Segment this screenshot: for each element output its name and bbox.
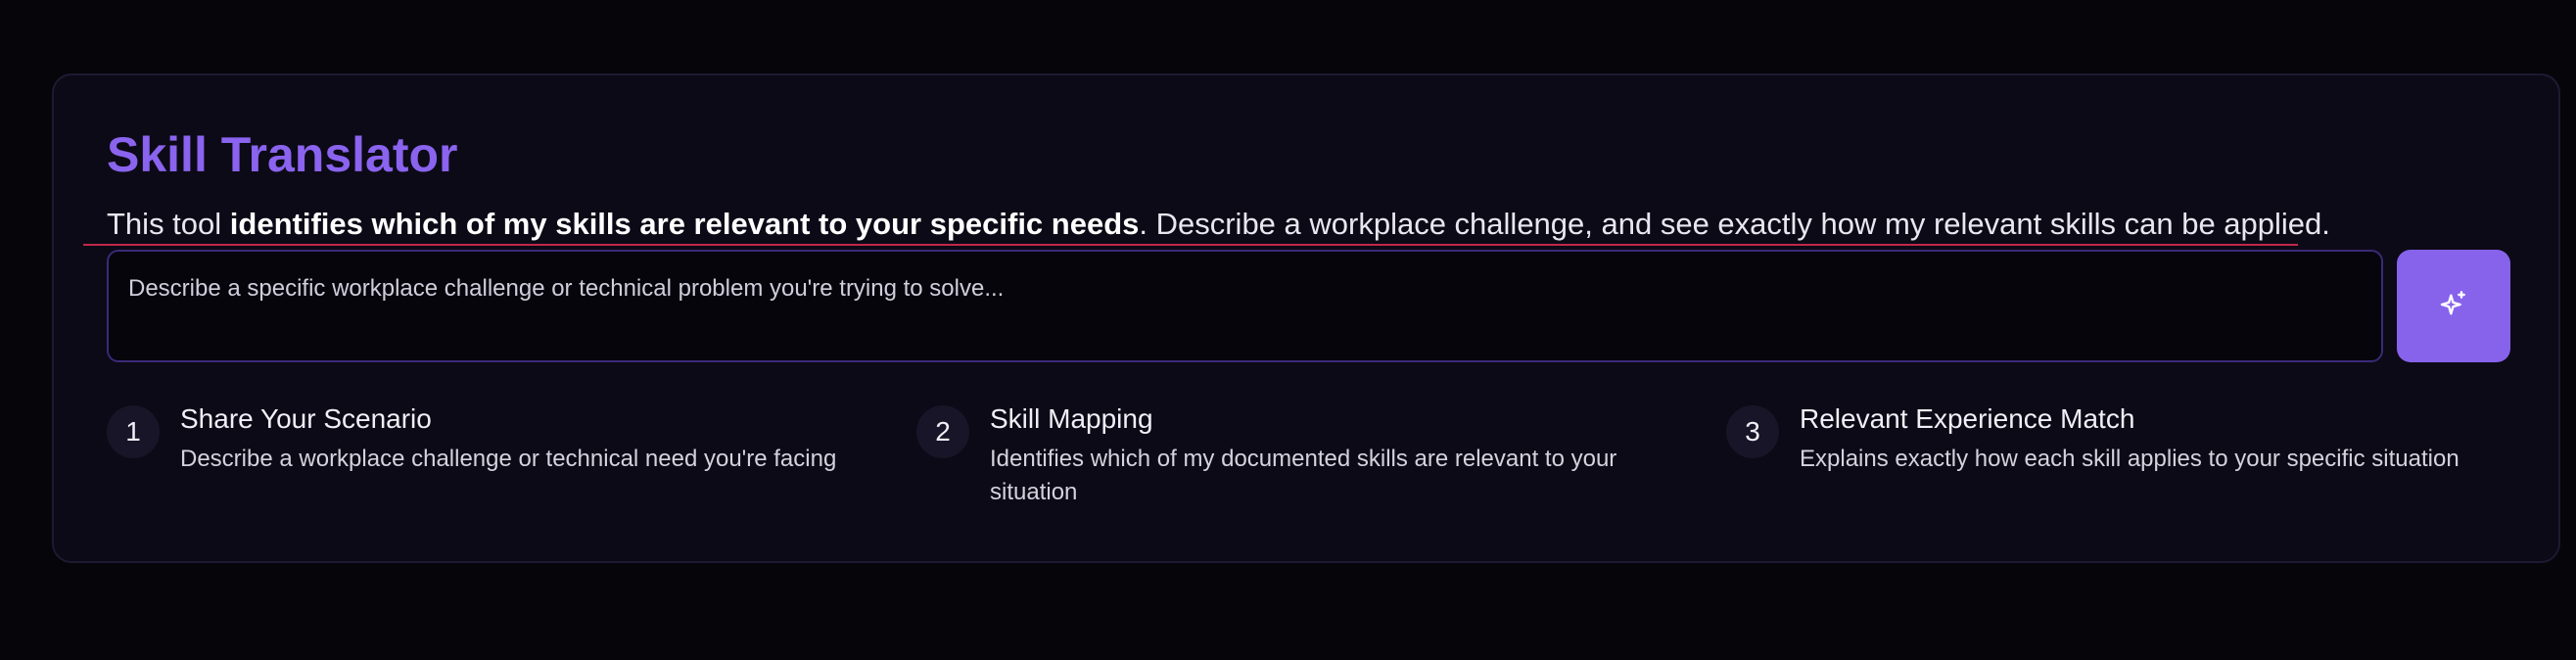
- intro-bold: identifies which of my skills are releva…: [229, 207, 1140, 241]
- step-number: 2: [916, 405, 969, 458]
- highlight-underline: [83, 244, 2298, 246]
- step-number: 3: [1726, 405, 1779, 458]
- step-title: Relevant Experience Match: [1800, 403, 2135, 434]
- step-title: Skill Mapping: [990, 403, 1153, 434]
- step-skill-mapping: 2 Skill Mapping Identifies which of my d…: [916, 403, 1700, 511]
- step-description: Explains exactly how each skill applies …: [1800, 446, 2459, 472]
- step-description: Describe a workplace challenge or techni…: [180, 446, 837, 472]
- step-experience-match: 3 Relevant Experience Match Explains exa…: [1726, 403, 2509, 511]
- intro-suffix: . Describe a workplace challenge, and se…: [1139, 207, 2330, 241]
- translate-button[interactable]: [2397, 250, 2510, 362]
- scenario-input-container: [107, 250, 2383, 362]
- intro-prefix: This tool: [107, 207, 230, 241]
- step-number: 1: [107, 405, 160, 458]
- sparkles-icon: [2438, 289, 2469, 323]
- skill-translator-card: Skill Translator This tool identifies wh…: [52, 73, 2560, 563]
- page-title: Skill Translator: [107, 127, 458, 182]
- step-share-scenario: 1 Share Your Scenario Describe a workpla…: [107, 403, 890, 511]
- intro-text: This tool identifies which of my skills …: [107, 207, 2330, 242]
- step-description: Identifies which of my documented skills…: [990, 446, 1617, 505]
- step-title: Share Your Scenario: [180, 403, 432, 434]
- scenario-input[interactable]: [109, 252, 2381, 360]
